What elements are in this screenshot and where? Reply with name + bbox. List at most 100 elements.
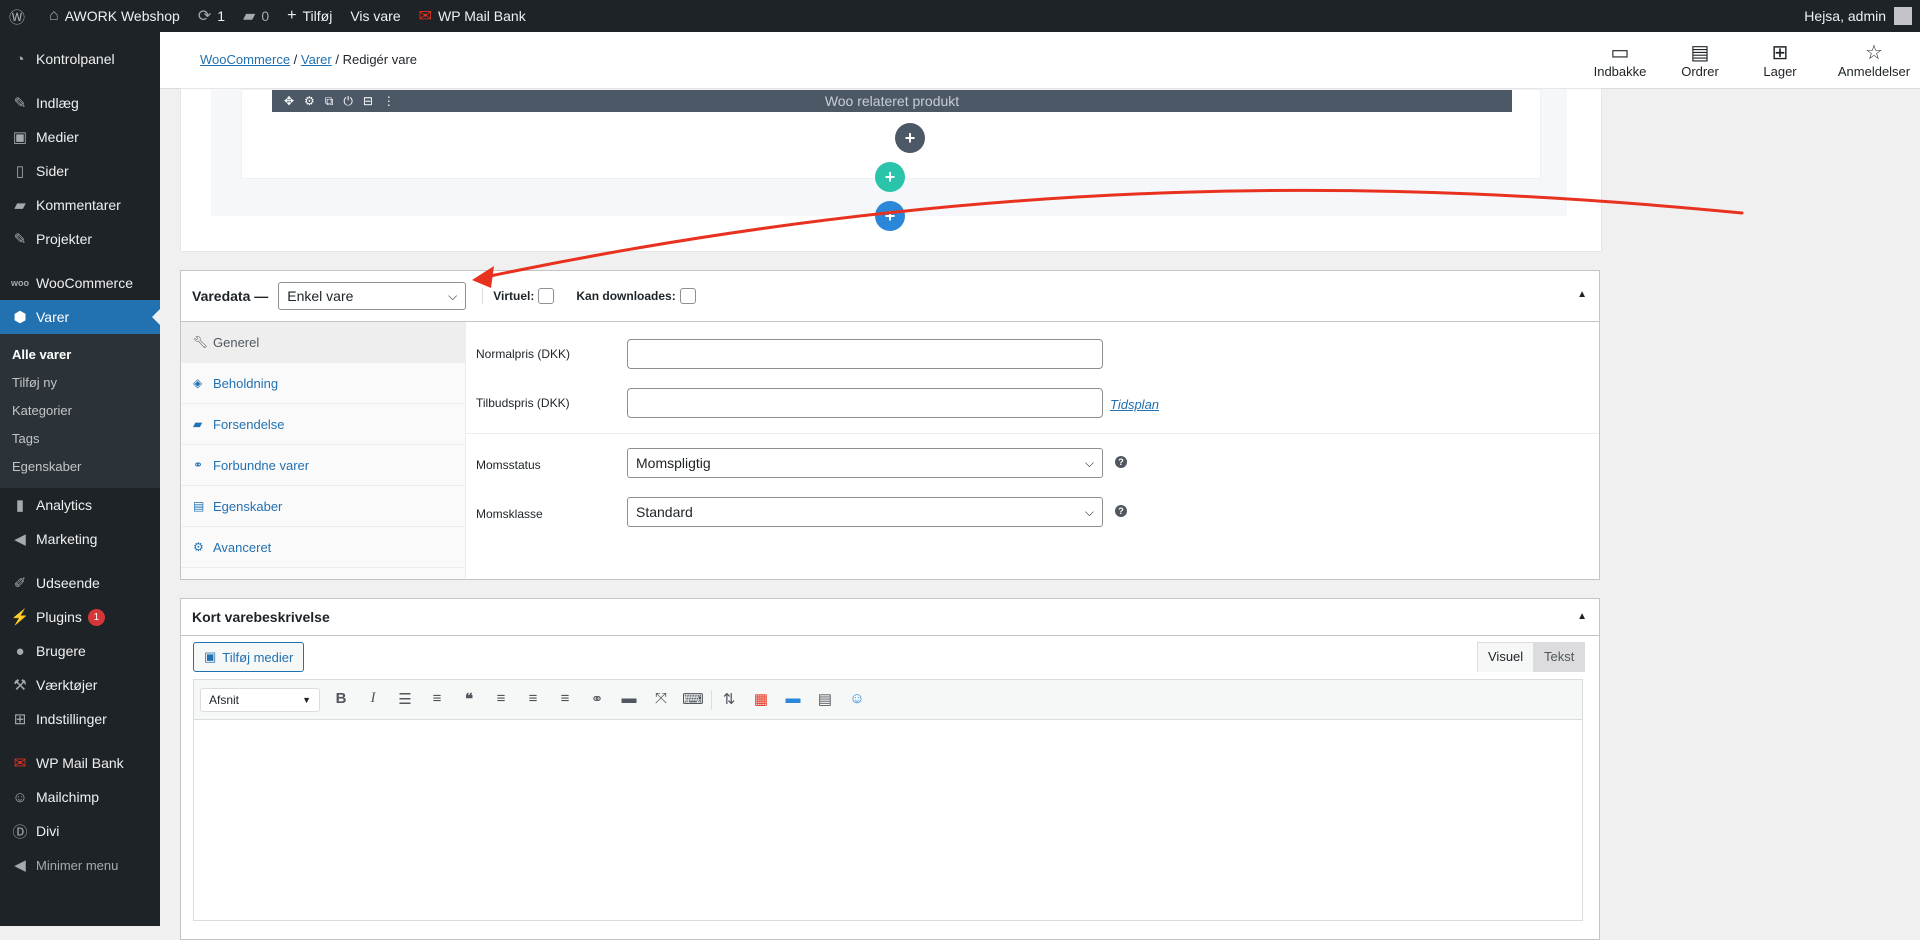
sidebar-item-users[interactable]: ● Brugere bbox=[0, 634, 160, 668]
sidebar-item-mailchimp[interactable]: ☺ Mailchimp bbox=[0, 780, 160, 814]
submenu-all-products[interactable]: Alle varer bbox=[0, 341, 160, 369]
star-icon: ☆ bbox=[1865, 42, 1883, 64]
toggle-panel-icon[interactable]: ▲ bbox=[1577, 611, 1587, 622]
chevron-down-icon: ▼ bbox=[302, 695, 311, 705]
layout-icon[interactable]: ▦ bbox=[750, 690, 772, 708]
mailbank-link[interactable]: ✉ WP Mail Bank bbox=[410, 0, 535, 32]
sidebar-item-analytics[interactable]: ▮ Analytics bbox=[0, 488, 160, 522]
megaphone-icon: ◀ bbox=[14, 531, 26, 548]
help-icon[interactable]: ? bbox=[1115, 505, 1127, 517]
collapse-menu-button[interactable]: ◀ Minimer menu bbox=[0, 848, 160, 882]
list-icon: ▤ bbox=[193, 499, 205, 513]
avatar bbox=[1894, 7, 1912, 25]
button-icon[interactable]: ▬ bbox=[782, 690, 804, 707]
sidebar-item-tools[interactable]: ⚒ Værktøjer bbox=[0, 668, 160, 702]
align-left-icon[interactable]: ≡ bbox=[490, 690, 512, 707]
sidebar-item-dashboard[interactable]: ◔ Kontrolpanel bbox=[0, 42, 160, 76]
numbered-list-icon[interactable]: ≡ bbox=[426, 690, 448, 707]
add-section-button[interactable]: + bbox=[875, 201, 905, 231]
person-icon[interactable]: ☺ bbox=[846, 690, 868, 707]
schedule-link[interactable]: Tidsplan bbox=[1110, 397, 1159, 412]
breadcrumb-woocommerce[interactable]: WooCommerce bbox=[200, 52, 290, 67]
sidebar-item-label: Indlæg bbox=[36, 95, 79, 111]
quote-icon[interactable]: ❝ bbox=[458, 690, 480, 708]
read-more-icon[interactable]: ▬ bbox=[618, 690, 640, 707]
tax-status-select[interactable]: Momspligtig ⌵ bbox=[627, 448, 1103, 478]
bullet-list-icon[interactable]: ☰ bbox=[394, 690, 416, 708]
site-name-link[interactable]: ⌂ AWORK Webshop bbox=[40, 0, 189, 32]
stock-button[interactable]: ⊞ Lager bbox=[1740, 40, 1820, 79]
fullscreen-icon[interactable]: ⤧ bbox=[650, 690, 672, 707]
sidebar-item-appearance[interactable]: ✐ Udseende bbox=[0, 566, 160, 600]
bold-icon[interactable]: B bbox=[330, 690, 352, 707]
updates-link[interactable]: ⟳ 1 bbox=[189, 0, 234, 32]
tab-general[interactable]: 🔧︎ Generel bbox=[181, 322, 465, 363]
reviews-button[interactable]: ☆ Anmeldelser bbox=[1829, 40, 1919, 79]
sidebar-item-label: Sider bbox=[36, 163, 69, 179]
align-center-icon[interactable]: ≡ bbox=[522, 690, 544, 707]
sidebar-item-media[interactable]: ▣ Medier bbox=[0, 120, 160, 154]
submenu-add-new[interactable]: Tilføj ny bbox=[0, 369, 160, 397]
home-icon: ⌂ bbox=[49, 7, 59, 24]
add-media-button[interactable]: ▣ Tilføj medier bbox=[193, 642, 305, 672]
sidebar-item-mailbank[interactable]: ✉ WP Mail Bank bbox=[0, 746, 160, 780]
sidebar-item-label: WP Mail Bank bbox=[36, 755, 124, 771]
sidebar-item-marketing[interactable]: ◀ Marketing bbox=[0, 522, 160, 556]
site-name: AWORK Webshop bbox=[64, 8, 180, 24]
link-icon[interactable]: ⚭ bbox=[586, 690, 608, 708]
comments-link[interactable]: ▰ 0 bbox=[234, 0, 278, 32]
tab-inventory[interactable]: ◈ Beholdning bbox=[181, 363, 465, 404]
sidebar-item-settings[interactable]: ⊞ Indstillinger bbox=[0, 702, 160, 736]
downloadable-checkbox[interactable] bbox=[679, 288, 696, 304]
sidebar-item-woocommerce[interactable]: woo WooCommerce bbox=[0, 266, 160, 300]
tab-visual[interactable]: Visuel bbox=[1477, 642, 1535, 672]
tab-attributes[interactable]: ▤ Egenskaber bbox=[181, 486, 465, 527]
sidebar-item-posts[interactable]: ✎ Indlæg bbox=[0, 86, 160, 120]
toggle-panel-icon[interactable]: ▲ bbox=[1577, 289, 1587, 300]
product-type-select[interactable]: Enkel vare ⌵ bbox=[278, 282, 467, 310]
submenu-categories[interactable]: Kategorier bbox=[0, 397, 160, 425]
truck-icon: ▰ bbox=[193, 417, 203, 431]
wordpress-logo[interactable]: Ⓦ bbox=[0, 0, 40, 32]
add-row-button[interactable]: + bbox=[875, 162, 905, 192]
add-module-button[interactable]: + bbox=[895, 123, 925, 153]
table-icon[interactable]: ▤ bbox=[814, 690, 836, 708]
tab-linked-products[interactable]: ⚭ Forbundne varer bbox=[181, 445, 465, 486]
format-select[interactable]: Afsnit ▼ bbox=[200, 688, 320, 712]
orders-button[interactable]: ▤ Ordrer bbox=[1660, 40, 1740, 79]
orders-label: Ordrer bbox=[1681, 64, 1719, 79]
sidebar-item-comments[interactable]: ▰ Kommentarer bbox=[0, 188, 160, 222]
plugins-update-badge: 1 bbox=[87, 608, 105, 626]
sidebar-item-projects[interactable]: ✎ Projekter bbox=[0, 222, 160, 256]
sidebar-item-plugins[interactable]: ⚡ Plugins 1 bbox=[0, 600, 160, 634]
italic-icon[interactable]: I bbox=[362, 690, 384, 707]
sale-price-input[interactable] bbox=[627, 388, 1103, 418]
view-product-link[interactable]: Vis vare bbox=[341, 0, 409, 32]
virtual-checkbox[interactable] bbox=[538, 288, 555, 304]
inbox-button[interactable]: ▭ Indbakke bbox=[1580, 40, 1660, 79]
sidebar-item-divi[interactable]: Ⓓ Divi bbox=[0, 814, 160, 848]
breadcrumb-products[interactable]: Varer bbox=[301, 52, 332, 67]
builder-module-bar[interactable]: ✥⚙⧉⏻⊟⋮ Woo relateret produkt bbox=[272, 90, 1512, 112]
help-icon[interactable]: ? bbox=[1115, 456, 1127, 468]
sidebar-item-pages[interactable]: ▯ Sider bbox=[0, 154, 160, 188]
regular-price-input[interactable] bbox=[627, 339, 1103, 369]
my-account[interactable]: Hejsa, admin bbox=[1804, 0, 1912, 32]
keyboard-icon[interactable]: ⌨ bbox=[682, 690, 704, 708]
module-tools[interactable]: ✥⚙⧉⏻⊟⋮ bbox=[284, 90, 405, 112]
brush-icon: ✐ bbox=[13, 575, 27, 592]
tab-shipping[interactable]: ▰ Forsendelse bbox=[181, 404, 465, 445]
editor-content[interactable] bbox=[193, 719, 1583, 921]
tab-advanced[interactable]: ⚙ Avanceret bbox=[181, 527, 465, 568]
align-right-icon[interactable]: ≡ bbox=[554, 690, 576, 707]
tab-text[interactable]: Tekst bbox=[1533, 642, 1586, 672]
submenu-attributes[interactable]: Egenskaber bbox=[0, 453, 160, 481]
sidebar-item-label: Minimer menu bbox=[36, 857, 119, 873]
sidebar-item-products[interactable]: ⬢ Varer bbox=[0, 300, 160, 334]
divi-shortcode-icon[interactable]: ⇅ bbox=[718, 690, 740, 708]
tax-class-select[interactable]: Standard ⌵ bbox=[627, 497, 1103, 527]
new-content-link[interactable]: + Tilføj bbox=[278, 0, 341, 32]
breadcrumb: WooCommerce / Varer / Redigér vare bbox=[200, 52, 418, 67]
submenu-tags[interactable]: Tags bbox=[0, 425, 160, 453]
pin-icon: ✎ bbox=[13, 95, 27, 112]
